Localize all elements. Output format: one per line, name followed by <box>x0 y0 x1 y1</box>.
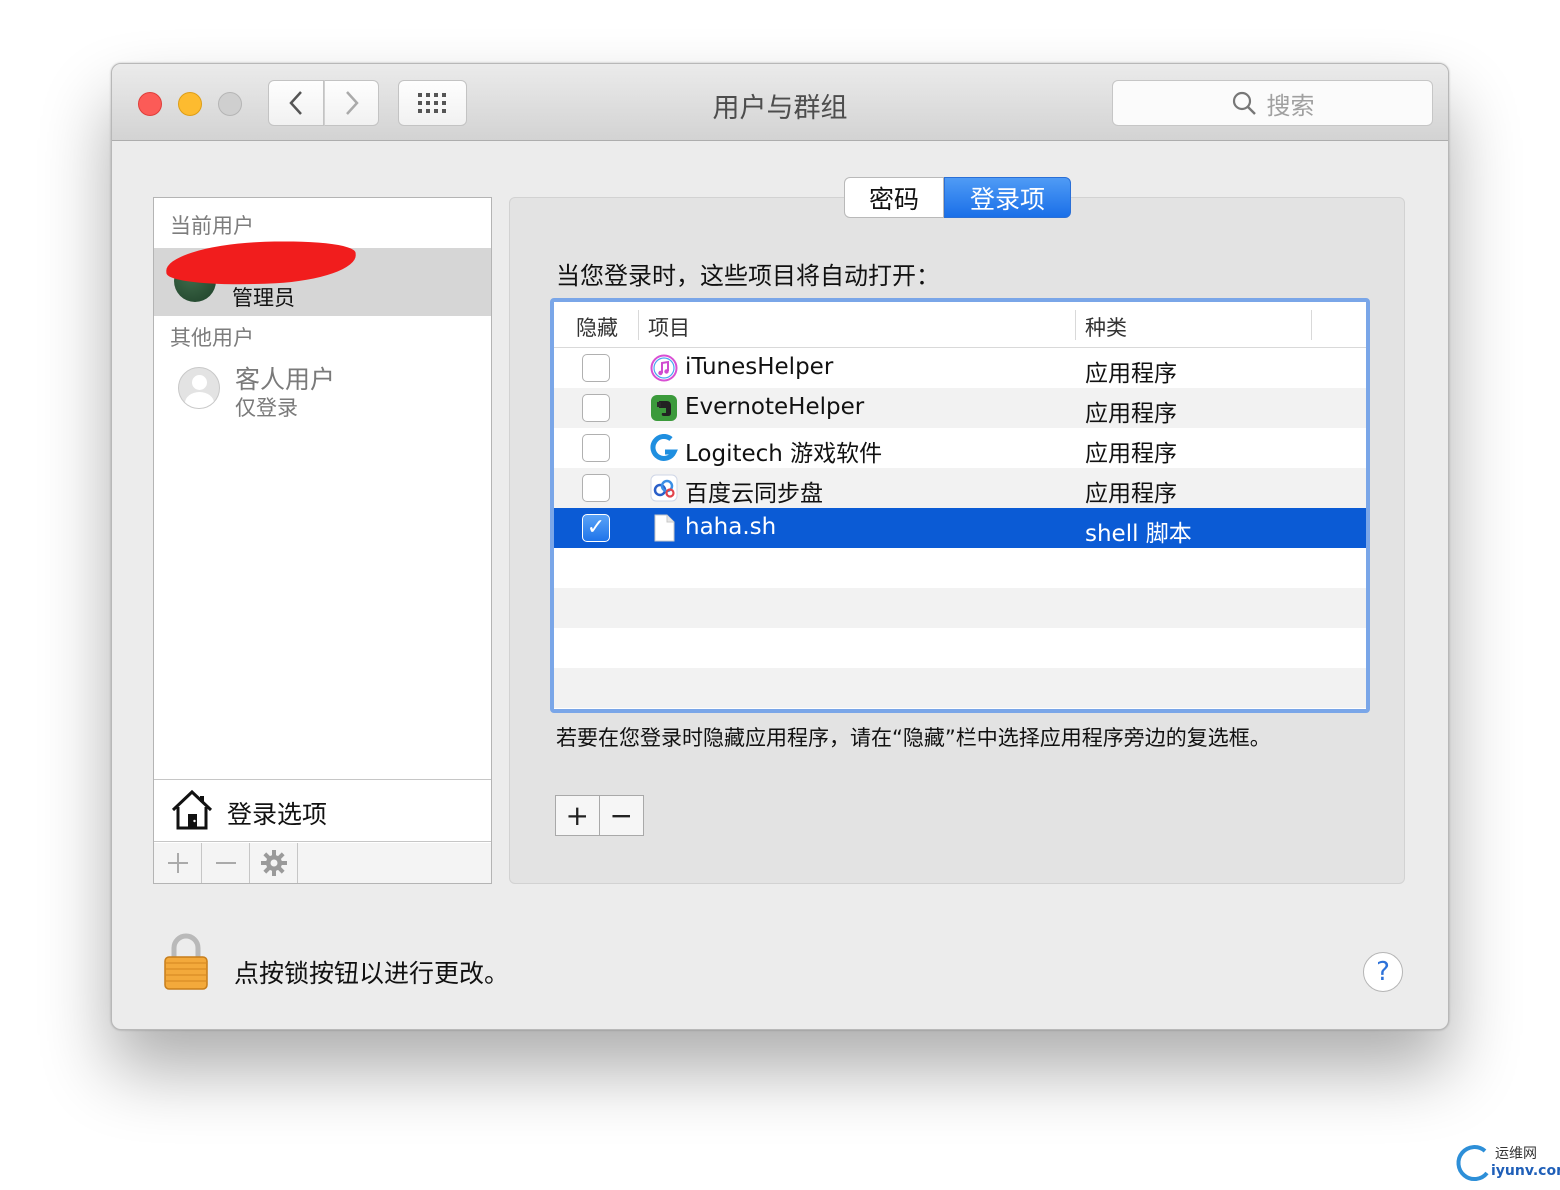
item-kind: shell 脚本 <box>1085 521 1192 547</box>
item-name: iTunesHelper <box>685 354 834 380</box>
watermark-url: iyunv.com <box>1491 1163 1560 1179</box>
tab-login-items[interactable]: 登录项 <box>944 177 1071 218</box>
current-users-header: 当前用户 <box>170 214 254 238</box>
hide-hint: 若要在您登录时隐藏应用程序，请在“隐藏”栏中选择应用程序旁边的复选框。 <box>556 726 1271 750</box>
login-items-table: 隐藏 项目 种类 iTunesHelper 应用程序 EvernoteHelpe… <box>550 298 1370 713</box>
plus-icon <box>167 853 188 873</box>
action-button[interactable] <box>250 843 298 883</box>
user-list: 当前用户 管理员 其他用户 客人用户 仅登录 登录选项 <box>153 197 492 884</box>
add-remove-control: + − <box>555 795 644 836</box>
item-kind: 应用程序 <box>1085 441 1177 467</box>
table-header: 隐藏 项目 种类 <box>554 302 1366 348</box>
minus-icon <box>215 862 236 864</box>
add-item-button[interactable]: + <box>556 796 600 835</box>
column-item[interactable]: 项目 <box>648 312 690 342</box>
item-name: Logitech 游戏软件 <box>685 441 883 467</box>
hide-checkbox[interactable] <box>582 394 610 422</box>
gear-icon <box>260 850 287 876</box>
house-icon <box>171 789 213 830</box>
evernote-icon <box>651 395 677 421</box>
lock-icon[interactable] <box>162 932 210 992</box>
column-kind[interactable]: 种类 <box>1085 312 1127 342</box>
watermark-logo-icon <box>1456 1145 1489 1182</box>
logitech-icon <box>650 434 678 461</box>
tab-password[interactable]: 密码 <box>844 177 944 218</box>
watermark-name: 运维网 <box>1495 1146 1537 1162</box>
remove-user-button[interactable] <box>202 843 250 883</box>
other-users-header: 其他用户 <box>170 326 254 350</box>
lock-message: 点按锁按钮以进行更改。 <box>234 959 510 988</box>
search-icon <box>1232 91 1256 115</box>
item-name: 百度云同步盘 <box>685 481 823 507</box>
table-row[interactable]: ✓ haha.sh shell 脚本 <box>554 508 1366 548</box>
user-list-toolbar <box>154 843 491 883</box>
empty-row <box>554 588 1366 628</box>
search-placeholder: 搜索 <box>1266 91 1315 120</box>
item-name: haha.sh <box>685 514 777 540</box>
user-role: 管理员 <box>232 286 295 310</box>
titlebar: 用户与群组 搜索 <box>112 64 1448 141</box>
item-kind: 应用程序 <box>1085 401 1177 427</box>
table-row[interactable]: Logitech 游戏软件 应用程序 <box>554 428 1366 468</box>
user-row-admin[interactable]: 管理员 <box>154 237 491 316</box>
login-options-label: 登录选项 <box>227 800 328 829</box>
item-kind: 应用程序 <box>1085 361 1177 387</box>
guest-avatar-icon <box>178 367 220 409</box>
login-items-intro: 当您登录时，这些项目将自动打开： <box>556 262 940 290</box>
search-field[interactable]: 搜索 <box>1112 80 1433 126</box>
empty-row <box>554 628 1366 668</box>
item-kind: 应用程序 <box>1085 481 1177 507</box>
empty-row <box>554 668 1366 708</box>
item-name: EvernoteHelper <box>685 394 865 420</box>
hide-checkbox[interactable] <box>582 474 610 502</box>
system-preferences-window: 用户与群组 搜索 当前用户 管理员 其他用户 客人用户 仅登录 登录选项 密码 … <box>111 63 1449 1030</box>
hide-checkbox[interactable]: ✓ <box>582 514 610 542</box>
remove-item-button[interactable]: − <box>600 796 644 835</box>
login-options-row[interactable]: 登录选项 <box>154 779 491 842</box>
empty-row <box>554 548 1366 588</box>
guest-user-subtitle: 仅登录 <box>235 396 298 420</box>
table-row[interactable]: 百度云同步盘 应用程序 <box>554 468 1366 508</box>
guest-user-name: 客人用户 <box>235 365 336 394</box>
column-hide[interactable]: 隐藏 <box>576 312 618 342</box>
hide-checkbox[interactable] <box>582 354 610 382</box>
help-button[interactable]: ? <box>1363 952 1403 992</box>
baidu-cloud-icon <box>650 474 678 502</box>
add-user-button[interactable] <box>154 843 202 883</box>
itunes-icon <box>650 354 678 382</box>
table-row[interactable]: EvernoteHelper 应用程序 <box>554 388 1366 428</box>
table-row[interactable]: iTunesHelper 应用程序 <box>554 348 1366 388</box>
watermark: 运维网 iyunv.com <box>1455 1141 1560 1187</box>
hide-checkbox[interactable] <box>582 434 610 462</box>
tab-bar: 密码 登录项 <box>844 177 1071 218</box>
document-icon <box>654 514 675 542</box>
